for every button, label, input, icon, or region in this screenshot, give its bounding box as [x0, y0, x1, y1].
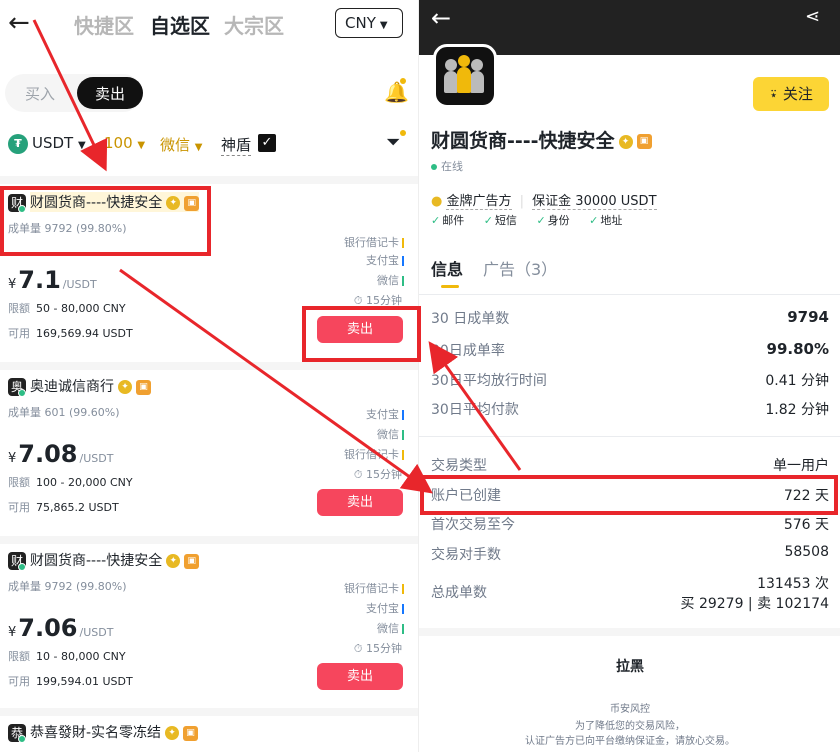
arrow-to-account-created: [119, 268, 433, 494]
annotation-arrows: [32, 19, 522, 494]
arrow-to-completion-rate: [428, 341, 522, 471]
arrow-to-merchant: [32, 19, 108, 172]
